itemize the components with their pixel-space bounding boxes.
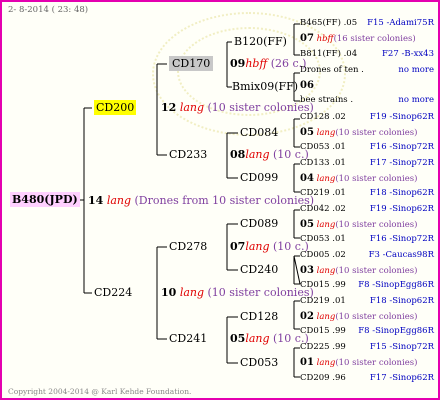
node-cd200[interactable]: CD200 xyxy=(94,100,137,115)
gen4-origin: F8 -SinopEgg86R xyxy=(358,326,434,336)
node-cd084[interactable]: CD084 xyxy=(240,127,278,138)
cd233-link: 08lang (10 c.) xyxy=(230,148,309,161)
gen4-origin: F3 -Caucas98R xyxy=(368,250,434,260)
gen4-row[interactable]: CD209 .96 F17 -Sinop62R xyxy=(300,374,436,383)
gen4-id: CD219 .01 xyxy=(300,296,346,306)
gen4-link: 02 lang(10 sister colonies) xyxy=(300,311,418,322)
node-cd170[interactable]: CD170 xyxy=(169,56,214,71)
gen4-origin: no more xyxy=(398,95,434,105)
root-link: 14 lang (Drones from 10 sister colonies) xyxy=(88,194,315,207)
node-cd099[interactable]: CD099 xyxy=(240,172,278,183)
gen4-origin: F17 -Sinop62R xyxy=(369,373,434,383)
gen4-row[interactable]: B811(FF) .04 F27 -B-xx43 xyxy=(300,50,436,59)
gen4-id: CD219 .01 xyxy=(300,188,346,198)
gen4-origin: F19 -Sinop62R xyxy=(369,204,434,214)
gen4-row[interactable]: CD042 .02 F19 -Sinop62R xyxy=(300,205,436,214)
cd224-link: 10 lang (10 sister colonies) xyxy=(161,286,314,299)
pedigree-frame: 2- 8-2014 ( 23: 48) B480(JPD) 14 lang (D… xyxy=(0,0,440,400)
gen4-id: bee strains . xyxy=(300,95,354,105)
gen4-row[interactable]: CD053 .01 F16 -Sinop72R xyxy=(300,143,436,152)
gen4-id: CD042 .02 xyxy=(300,204,346,214)
node-bmix09[interactable]: Bmix09(FF) xyxy=(232,81,298,92)
gen4-row[interactable]: CD015 .99 F8 -SinopEgg86R xyxy=(300,281,436,290)
node-cd089[interactable]: CD089 xyxy=(240,218,278,229)
gen4-id: CD015 .99 xyxy=(300,326,346,336)
node-cd240[interactable]: CD240 xyxy=(240,264,278,275)
gen4-id: CD225 .99 xyxy=(300,342,346,352)
gen4-link: 03 lang(10 sister colonies) xyxy=(300,265,418,276)
node-cd053[interactable]: CD053 xyxy=(240,357,278,368)
gen4-origin: F15 -Adami75R xyxy=(367,18,434,28)
gen4-id: CD128 .02 xyxy=(300,112,346,122)
root-node[interactable]: B480(JPD) xyxy=(10,192,80,207)
gen4-origin: F16 -Sinop72R xyxy=(369,142,434,152)
gen4-id: CD015 .99 xyxy=(300,280,346,290)
gen4-row[interactable]: CD219 .01 F18 -Sinop62R xyxy=(300,297,436,306)
cd241-link: 05lang (10 c.) xyxy=(230,332,309,345)
gen4-row[interactable]: CD133 .01 F17 -Sinop72R xyxy=(300,159,436,168)
node-cd233[interactable]: CD233 xyxy=(169,149,207,160)
cd200-link: 12 lang (10 sister colonies) xyxy=(161,101,314,114)
gen4-origin: no more xyxy=(398,65,434,75)
gen4-row[interactable]: Drones of ten . no more xyxy=(300,66,436,75)
gen4-id: Drones of ten . xyxy=(300,65,364,75)
node-cd278[interactable]: CD278 xyxy=(169,241,207,252)
gen4-origin: F15 -Sinop72R xyxy=(369,342,434,352)
gen4-row[interactable]: CD005 .02 F3 -Caucas98R xyxy=(300,251,436,260)
gen4-id: CD133 .01 xyxy=(300,158,346,168)
gen4-row[interactable]: CD128 .02 F19 -Sinop62R xyxy=(300,113,436,122)
gen4-row[interactable]: CD053 .01 F16 -Sinop72R xyxy=(300,235,436,244)
gen4-id: CD053 .01 xyxy=(300,142,346,152)
gen4-link: 04 lang(10 sister colonies) xyxy=(300,173,418,184)
copyright: Copyright 2004-2014 @ Karl Kehde Foundat… xyxy=(8,387,192,396)
gen4-row[interactable]: CD219 .01 F18 -Sinop62R xyxy=(300,189,436,198)
node-b120[interactable]: B120(FF) xyxy=(234,36,287,47)
gen4-id: CD053 .01 xyxy=(300,234,346,244)
gen4-origin: F27 -B-xx43 xyxy=(382,49,434,59)
gen4-row[interactable]: B465(FF) .05 F15 -Adami75R xyxy=(300,19,436,28)
gen4-row[interactable]: bee strains . no more xyxy=(300,96,436,105)
gen4-origin: F8 -SinopEgg86R xyxy=(358,280,434,290)
gen4-link: 06 xyxy=(300,80,314,91)
gen4-origin: F17 -Sinop72R xyxy=(369,158,434,168)
gen4-link: 05 lang(10 sister colonies) xyxy=(300,219,418,230)
node-cd241[interactable]: CD241 xyxy=(169,333,207,344)
gen4-id: CD209 .96 xyxy=(300,373,346,383)
gen4-origin: F19 -Sinop62R xyxy=(369,112,434,122)
gen4-origin: F16 -Sinop72R xyxy=(369,234,434,244)
gen4-row[interactable]: CD015 .99 F8 -SinopEgg86R xyxy=(300,327,436,336)
gen4-id: B465(FF) .05 xyxy=(300,18,358,28)
gen4-row[interactable]: CD225 .99 F15 -Sinop72R xyxy=(300,343,436,352)
node-cd128[interactable]: CD128 xyxy=(240,311,278,322)
gen4-link: 05 lang(10 sister colonies) xyxy=(300,127,418,138)
gen4-link: 07 hbff(16 sister colonies) xyxy=(300,33,416,44)
gen4-origin: F18 -Sinop62R xyxy=(369,296,434,306)
gen4-id: CD005 .02 xyxy=(300,250,346,260)
cd278-link: 07lang (10 c.) xyxy=(230,240,309,253)
gen4-origin: F18 -Sinop62R xyxy=(369,188,434,198)
cd170-link: 09hbff (26 c.) xyxy=(230,57,307,70)
gen4-id: B811(FF) .04 xyxy=(300,49,358,59)
gen4-link: 01 lang(10 sister colonies) xyxy=(300,357,418,368)
node-cd224[interactable]: CD224 xyxy=(94,287,132,298)
